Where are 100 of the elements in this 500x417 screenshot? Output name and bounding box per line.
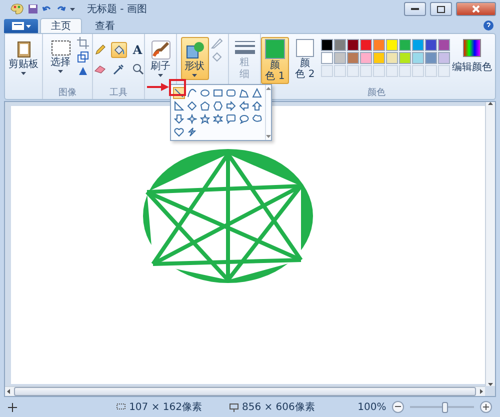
- right-triangle-shape-button[interactable]: [173, 100, 185, 112]
- minimize-icon: [411, 8, 419, 10]
- redo-icon[interactable]: [56, 4, 66, 14]
- selection-size: 107 × 162像素: [129, 400, 202, 414]
- outline-icon[interactable]: [210, 37, 224, 49]
- help-icon[interactable]: [483, 20, 494, 31]
- scroll-up-icon[interactable]: [266, 87, 271, 90]
- scroll-down-icon[interactable]: [488, 383, 493, 386]
- paintbrush-icon: [150, 40, 170, 60]
- rounded-rectangle-shape-button[interactable]: [225, 87, 237, 99]
- color-swatch[interactable]: [360, 52, 372, 64]
- color-swatch[interactable]: [347, 39, 359, 51]
- scroll-left-icon[interactable]: [7, 389, 10, 394]
- edit-colors-button[interactable]: 编辑颜色: [452, 37, 492, 76]
- selection-size-icon: [116, 402, 126, 412]
- color-swatch[interactable]: [425, 39, 437, 51]
- oval-callout-shape-button[interactable]: [238, 113, 250, 125]
- star5-shape-button[interactable]: [199, 113, 211, 125]
- up-arrow-shape-button[interactable]: [251, 100, 263, 112]
- select-button[interactable]: 选择: [46, 37, 74, 76]
- file-menu-button[interactable]: [4, 19, 38, 33]
- scroll-up-icon[interactable]: [488, 102, 493, 105]
- left-arrow-shape-button[interactable]: [238, 100, 250, 112]
- maximize-button[interactable]: [430, 2, 452, 16]
- pentagon-shape-button[interactable]: [199, 100, 211, 112]
- clipboard-button[interactable]: 剪贴板: [6, 37, 41, 78]
- tool-button[interactable]: A: [130, 42, 146, 58]
- zoom-in-button[interactable]: [480, 401, 492, 413]
- color-swatch[interactable]: [360, 39, 372, 51]
- fill-icon[interactable]: [210, 51, 224, 63]
- close-button[interactable]: [456, 2, 496, 16]
- rotate-icon[interactable]: [76, 65, 88, 77]
- heart-shape-button[interactable]: [173, 126, 185, 138]
- document-icon: [12, 22, 24, 30]
- polygon-shape-button[interactable]: [238, 87, 250, 99]
- eraser-icon: [94, 63, 106, 75]
- scroll-down-icon[interactable]: [266, 135, 271, 138]
- hexagon-shape-button[interactable]: [212, 100, 224, 112]
- shapes-icon: [184, 40, 204, 60]
- brushes-button[interactable]: 刷子: [146, 37, 176, 80]
- resize-icon[interactable]: [76, 51, 88, 63]
- window-title: 无标题 - 画图: [87, 2, 148, 16]
- vertical-scrollbar[interactable]: [485, 102, 495, 386]
- color-swatch[interactable]: [399, 39, 411, 51]
- rectangle-shape-button[interactable]: [212, 87, 224, 99]
- dropdown-scrollbar[interactable]: [265, 85, 271, 140]
- crop-icon[interactable]: [76, 37, 88, 49]
- color-swatch[interactable]: [321, 39, 333, 51]
- maximize-icon: [437, 6, 445, 12]
- cursor-position-icon: [8, 402, 17, 412]
- color-swatch[interactable]: [334, 39, 346, 51]
- color-swatch[interactable]: [321, 52, 333, 64]
- star4-shape-button[interactable]: [186, 113, 198, 125]
- rounded-callout-shape-button[interactable]: [225, 113, 237, 125]
- color-swatch[interactable]: [386, 52, 398, 64]
- text-tool-glyph: A: [132, 43, 142, 57]
- drawing-canvas[interactable]: [11, 106, 485, 384]
- color-swatch[interactable]: [386, 39, 398, 51]
- color-swatch[interactable]: [347, 52, 359, 64]
- tool-button[interactable]: [110, 42, 126, 58]
- color-swatch[interactable]: [425, 52, 437, 64]
- horizontal-scrollbar[interactable]: [5, 386, 485, 396]
- group-label: 颜色: [368, 87, 386, 99]
- color-swatch[interactable]: [399, 52, 411, 64]
- save-icon[interactable]: [28, 4, 38, 14]
- minimize-button[interactable]: [404, 2, 426, 16]
- star6-shape-button[interactable]: [212, 113, 224, 125]
- zoom-level: 100%: [358, 402, 386, 412]
- color-swatch[interactable]: [438, 52, 450, 64]
- diamond-shape-button[interactable]: [186, 100, 198, 112]
- curve-shape-button[interactable]: [186, 87, 198, 99]
- group-label: 图像: [58, 87, 76, 99]
- color-swatch[interactable]: [373, 39, 385, 51]
- ribbon-tab[interactable]: 查看: [84, 18, 126, 33]
- ribbon-tab[interactable]: 主页: [40, 18, 82, 33]
- group-label: 工具: [110, 87, 128, 99]
- zoom-slider-thumb[interactable]: [442, 402, 448, 412]
- zoom-out-button[interactable]: [392, 401, 404, 413]
- caret-icon: [158, 74, 163, 77]
- caret-icon: [192, 74, 197, 77]
- clipboard-icon: [16, 40, 32, 58]
- scroll-right-icon[interactable]: [480, 389, 483, 394]
- down-arrow-shape-button[interactable]: [173, 113, 185, 125]
- color-swatch[interactable]: [373, 52, 385, 64]
- color-swatch[interactable]: [412, 52, 424, 64]
- eyedropper-icon: [112, 63, 124, 75]
- color-swatch[interactable]: [438, 39, 450, 51]
- color-selector-button[interactable]: 颜色 1: [261, 37, 289, 84]
- right-arrow-shape-button[interactable]: [225, 100, 237, 112]
- color-swatch[interactable]: [334, 52, 346, 64]
- lightning-shape-button[interactable]: [186, 126, 198, 138]
- undo-icon[interactable]: [42, 4, 52, 14]
- cloud-callout-shape-button[interactable]: [251, 113, 263, 125]
- color-selector-button[interactable]: 颜色 2: [291, 37, 319, 82]
- canvas-size: 856 × 606像素: [242, 400, 315, 414]
- caret-icon: [58, 70, 63, 73]
- oval-shape-button[interactable]: [199, 87, 211, 99]
- shapes-button[interactable]: 形状: [180, 37, 208, 80]
- color-swatch[interactable]: [412, 39, 424, 51]
- triangle-shape-button[interactable]: [251, 87, 263, 99]
